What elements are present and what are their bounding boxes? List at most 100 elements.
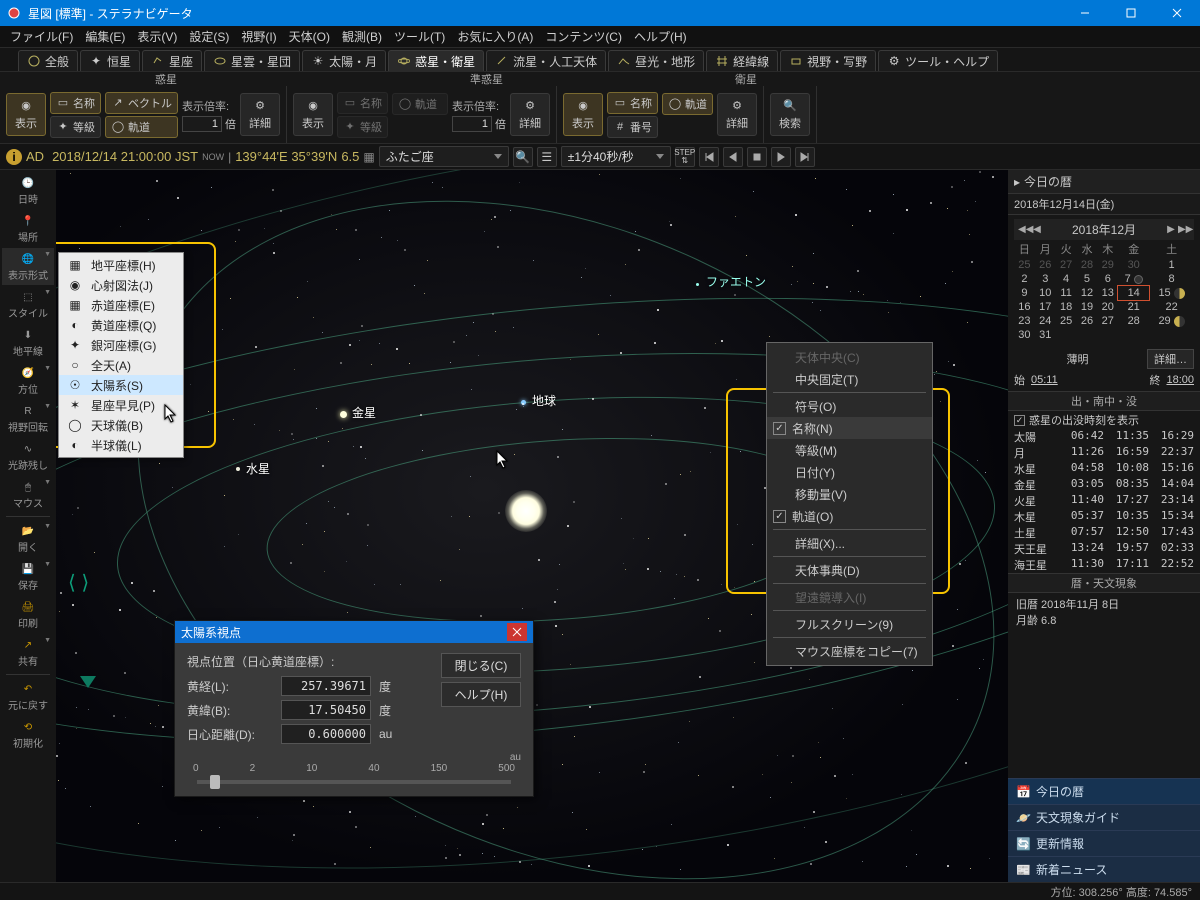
calendar-grid[interactable]: 日月火水木金土 2526272829301234567 891011121314… [1014,240,1194,342]
footer-news[interactable]: 📰新着ニュース [1008,856,1200,882]
dialog-lon-input[interactable] [281,676,371,696]
tab-gridlines[interactable]: 経緯線 [706,50,778,71]
tab-nebulae[interactable]: 星雲・星団 [204,50,300,71]
calendar-day[interactable]: 2 [1014,272,1035,286]
dialog-close-btn[interactable]: 閉じる(C) [441,653,521,678]
tab-sunmoon[interactable]: ☀太陽・月 [302,50,386,71]
calendar-day[interactable]: 8 [1149,272,1194,286]
context-menu-item[interactable]: ✓軌道(O) [767,505,932,527]
twilight-end[interactable]: 18:00 [1166,374,1194,386]
projection-menu-item[interactable]: ▦地平座標(H) [59,255,183,275]
left-print[interactable]: 🖨印刷 [2,596,54,633]
menu-file[interactable]: ファイル(F) [4,26,79,47]
left-save[interactable]: ▼💾保存 [2,558,54,595]
planets-display-button[interactable]: ◉表示 [6,93,46,136]
dialog-close-button[interactable] [507,623,527,641]
calendar-day[interactable]: 20 [1097,300,1118,314]
menu-fov[interactable]: 視野(I) [235,26,282,47]
calendar-day[interactable]: 29 [1097,258,1118,272]
menu-view[interactable]: 表示(V) [131,26,183,47]
context-menu-item[interactable]: 符号(O) [767,395,932,417]
menu-edit[interactable]: 編集(E) [79,26,131,47]
dwarf-scale-input[interactable] [452,116,492,132]
dwarf-orbit-button[interactable]: ◯軌道 [392,93,448,115]
projection-menu-item[interactable]: ☉太陽系(S) [59,375,183,395]
footer-today[interactable]: 📅今日の暦 [1008,778,1200,804]
cal-next-year[interactable]: ▶▶ [1178,224,1190,235]
calendar-day[interactable]: 28 [1118,314,1149,328]
cal-prev-year[interactable]: ◀◀ [1018,224,1030,235]
left-undo[interactable]: ↶元に戻す [2,678,54,715]
calendar-day[interactable]: 30 [1014,328,1035,342]
left-mouse[interactable]: ▼🖱マウス [2,476,54,513]
menu-favorites[interactable]: お気に入り(A) [451,26,539,47]
dwarf-name-button[interactable]: ▭名称 [337,92,388,114]
left-datetime[interactable]: 🕒日時 [2,172,54,209]
calendar-day[interactable]: 3 [1035,272,1056,286]
calendar-day[interactable]: 10 [1035,286,1056,300]
info-icon[interactable]: i [6,149,22,165]
calendar-day[interactable]: 27 [1056,258,1077,272]
calendar-day[interactable]: 28 [1077,258,1098,272]
dwarf-display-button[interactable]: ◉表示 [293,93,333,136]
close-button[interactable] [1154,0,1200,26]
planets-orbit-button[interactable]: ◯軌道 [105,116,178,138]
menu-settings[interactable]: 設定(S) [183,26,235,47]
calendar-day[interactable]: 29 [1149,314,1194,328]
left-style[interactable]: ▼⬚スタイル [2,286,54,323]
skip-prev-button[interactable] [699,147,719,167]
fov-display[interactable]: 6.5 [341,149,359,164]
calendar-day[interactable]: 27 [1097,314,1118,328]
moons-display-button[interactable]: ◉表示 [563,93,603,136]
planets-mag-button[interactable]: ✦等級 [50,116,101,138]
calendar-day[interactable]: 23 [1014,314,1035,328]
tab-general[interactable]: 全般 [18,50,78,71]
find-button[interactable]: 🔍 [513,147,533,167]
calendar-day[interactable]: 9 [1014,286,1035,300]
left-reset[interactable]: ⟲初期化 [2,716,54,753]
cal-prev-month[interactable]: ◀ [1031,224,1043,235]
context-menu-item[interactable]: マウス座標をコピー(7) [767,640,932,662]
left-location[interactable]: 📍場所 [2,210,54,247]
context-menu-item[interactable]: 日付(Y) [767,461,932,483]
calendar-day[interactable]: 1 [1149,258,1194,272]
menu-tools[interactable]: ツール(T) [388,26,451,47]
calendar-day[interactable]: 26 [1077,314,1098,328]
location-display[interactable]: 139°44'E 35°39'N [235,149,337,164]
menu-object[interactable]: 天体(O) [283,26,336,47]
calendar-day[interactable]: 12 [1077,286,1098,300]
left-share[interactable]: ▼↗共有 [2,634,54,671]
projection-menu-item[interactable]: ◐半球儀(L) [59,435,183,455]
context-menu-item[interactable]: 中央固定(T) [767,368,932,390]
fov-icon[interactable]: ▦ [363,150,374,164]
tab-constellations[interactable]: 星座 [142,50,202,71]
calendar-day[interactable]: 11 [1056,286,1077,300]
step-toggle[interactable]: STEP⇅ [675,147,695,167]
mercury-body[interactable] [236,467,240,471]
left-projection[interactable]: ▼🌐表示形式 [2,248,54,285]
context-menu-item[interactable]: 等級(M) [767,439,932,461]
calendar-day[interactable]: 30 [1118,258,1149,272]
phaethon-body[interactable] [696,283,699,286]
tab-planets[interactable]: 惑星・衛星 [388,50,484,71]
dwarf-detail-button[interactable]: ⚙詳細 [510,93,550,136]
calendar-day[interactable]: 25 [1014,258,1035,272]
moons-detail-button[interactable]: ⚙詳細 [717,93,757,136]
calendar-day[interactable]: 5 [1077,272,1098,286]
dialog-dist-input[interactable] [281,724,371,744]
constellation-select[interactable]: ふたご座 [379,146,509,167]
dwarf-mag-button[interactable]: ✦等級 [337,116,388,138]
twilight-detail-button[interactable]: 詳細… [1147,349,1194,369]
planets-vector-button[interactable]: ↗ベクトル [105,92,178,114]
context-menu-item[interactable]: 移動量(V) [767,483,932,505]
venus-body[interactable] [340,411,347,418]
calendar-day[interactable]: 13 [1097,286,1118,300]
calendar-day[interactable]: 18 [1056,300,1077,314]
calendar-day[interactable]: 14 [1118,286,1149,300]
footer-guide[interactable]: 🪐天文現象ガイド [1008,804,1200,830]
moons-orbit-button[interactable]: ◯軌道 [662,93,713,115]
timeline-bracket[interactable]: ⟨ ⟩ [68,570,89,595]
dialog-titlebar[interactable]: 太陽系視点 [175,621,533,643]
menu-help[interactable]: ヘルプ(H) [628,26,693,47]
planets-name-button[interactable]: ▭名称 [50,92,101,114]
